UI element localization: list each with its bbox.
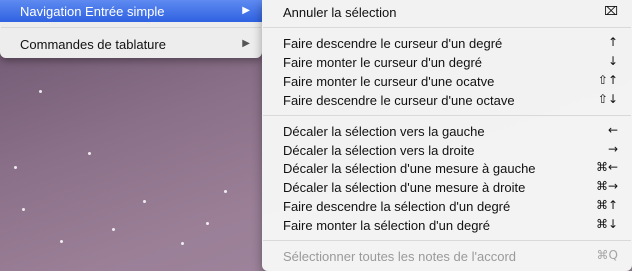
submenu: Annuler la sélection ⌧ Faire descendre l…: [262, 0, 632, 271]
menu-item-decaler-mesure-gauche[interactable]: Décaler la sélection d'une mesure à gauc…: [262, 159, 632, 178]
menu-separator: [263, 115, 631, 116]
shortcut-cmd-down-icon: ⌘↓: [595, 217, 618, 231]
menu-item-navigation-entree-simple[interactable]: Navigation Entrée simple ▶: [0, 0, 262, 22]
shortcut-left-arrow-icon: ←: [607, 123, 618, 137]
shortcut-cmd-q-icon: ⌘Q: [596, 248, 618, 262]
menu-item-label: Faire monter le curseur d'un degré: [283, 55, 483, 70]
menu-item-commandes-de-tablature[interactable]: Commandes de tablature ▶: [0, 33, 262, 55]
shortcut-up-arrow-icon: ↑: [607, 35, 618, 49]
menu-item-label: Décaler la sélection d'une mesure à gauc…: [283, 161, 536, 176]
parent-menu: Navigation Entrée simple ▶ Commandes de …: [0, 0, 262, 58]
menu-item-decaler-droite[interactable]: Décaler la sélection vers la droite →: [262, 141, 632, 160]
menu-separator: [263, 240, 631, 241]
menu-item-monter-curseur-octave[interactable]: Faire monter le curseur d'une ocatve ⇧↑: [262, 72, 632, 91]
shortcut-cmd-left-icon: ⌘←: [595, 160, 618, 174]
menu-item-monter-curseur-degre[interactable]: Faire monter le curseur d'un degré ↓: [262, 53, 632, 72]
menu-item-label: Annuler la sélection: [283, 5, 397, 20]
shortcut-shift-down-icon: ⇧↓: [597, 92, 618, 106]
shortcut-shift-up-icon: ⇧↑: [597, 73, 618, 87]
menu-item-descendre-curseur-octave[interactable]: Faire descendre le curseur d'une octave …: [262, 91, 632, 110]
shortcut-cmd-up-icon: ⌘↑: [595, 198, 618, 212]
menu-item-label: Faire monter le curseur d'une ocatve: [283, 74, 495, 89]
menu-item-label: Commandes de tablature: [20, 36, 166, 52]
menu-item-annuler-selection[interactable]: Annuler la sélection ⌧: [262, 3, 632, 22]
menu-item-label: Décaler la sélection vers la droite: [283, 143, 475, 158]
menu-item-label: Navigation Entrée simple: [20, 3, 165, 19]
menu-separator: [263, 27, 631, 28]
menu-item-label: Faire descendre la sélection d'un degré: [283, 199, 511, 214]
menu-item-monter-selection-degre[interactable]: Faire monter la sélection d'un degré ⌘↓: [262, 216, 632, 235]
menu-item-descendre-curseur-degre[interactable]: Faire descendre le curseur d'un degré ↑: [262, 34, 632, 53]
menu-item-label: Décaler la sélection d'une mesure à droi…: [283, 180, 526, 195]
menu-item-label: Décaler la sélection vers la gauche: [283, 124, 485, 139]
menu-separator: [1, 27, 261, 28]
menu-item-label: Sélectionner toutes les notes de l'accor…: [283, 249, 517, 264]
menu-item-label: Faire descendre le curseur d'un degré: [283, 36, 503, 51]
menu-item-decaler-gauche[interactable]: Décaler la sélection vers la gauche ←: [262, 122, 632, 141]
menu-item-descendre-selection-degre[interactable]: Faire descendre la sélection d'un degré …: [262, 197, 632, 216]
shortcut-clear-icon: ⌧: [604, 4, 618, 18]
menu-item-label: Faire monter la sélection d'un degré: [283, 218, 490, 233]
shortcut-cmd-right-icon: ⌘→: [595, 179, 618, 193]
shortcut-right-arrow-icon: →: [607, 142, 618, 156]
menu-item-label: Faire descendre le curseur d'une octave: [283, 93, 515, 108]
submenu-arrow-icon: ▶: [242, 38, 250, 49]
shortcut-down-arrow-icon: ↓: [607, 54, 618, 68]
menu-item-selectionner-notes-accord[interactable]: Sélectionner toutes les notes de l'accor…: [262, 247, 632, 266]
menu-item-decaler-mesure-droite[interactable]: Décaler la sélection d'une mesure à droi…: [262, 178, 632, 197]
submenu-arrow-icon: ▶: [242, 5, 250, 16]
